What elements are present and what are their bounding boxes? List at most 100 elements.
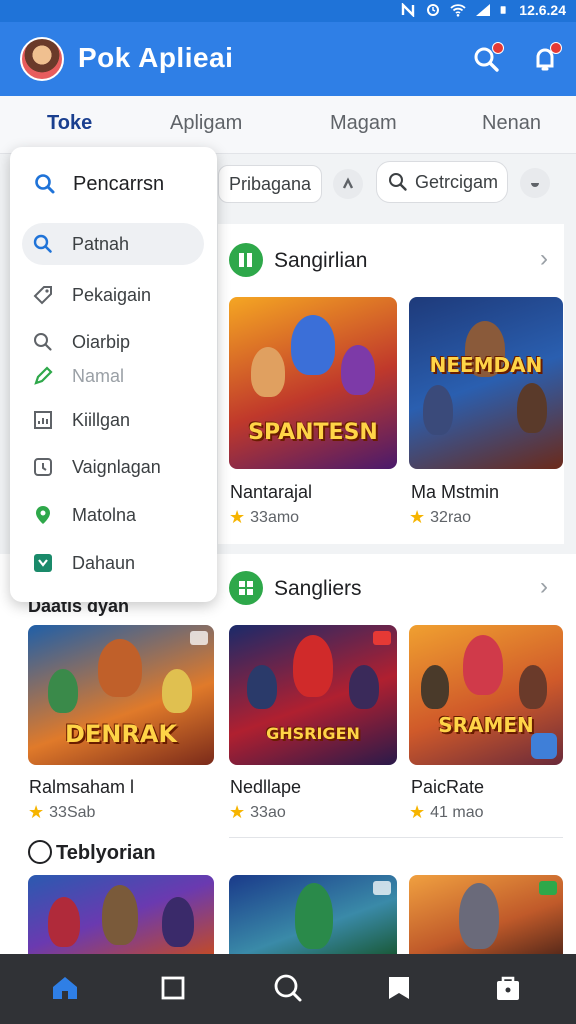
game-logo: SPANTESN [248, 419, 378, 445]
notification-dot [492, 42, 504, 54]
menu-item-dahaun[interactable]: Dahaun [22, 542, 204, 584]
filter-chip[interactable]: Pribagana [218, 165, 322, 203]
battery-icon [500, 6, 506, 14]
search-chip-label: Getrcigam [415, 171, 499, 192]
game-thumbnail[interactable]: NEEMDAN [409, 297, 563, 469]
chart-icon [34, 411, 52, 429]
pencil-icon [34, 366, 53, 385]
game-title[interactable]: Ralmsaham l [29, 777, 134, 798]
tab-bar: Toke Apligam Magam Nenan [0, 96, 576, 154]
search-icon [33, 234, 52, 253]
download-icon [34, 554, 52, 572]
game-thumbnail[interactable] [229, 875, 397, 954]
sort-icon [342, 177, 354, 189]
status-bar: 12.6.24 [0, 0, 576, 22]
game-thumbnail[interactable]: SRAMEN [409, 625, 563, 765]
search-icon [389, 173, 407, 191]
menu-header[interactable]: Pencarrsn [10, 165, 217, 203]
badge-icon [539, 881, 557, 895]
badge-icon [373, 631, 391, 645]
avatar[interactable] [20, 37, 64, 81]
chevron-right-icon[interactable]: › [540, 245, 548, 273]
menu-item-matolna[interactable]: Matolna [22, 494, 204, 536]
nav-home[interactable] [47, 970, 83, 1006]
star-icon: ★ [229, 507, 246, 527]
game-title[interactable]: Nantarajal [230, 482, 312, 503]
clock-icon [34, 458, 52, 476]
search-button[interactable] [470, 42, 504, 76]
menu-header-label: Pencarrsn [73, 173, 165, 195]
tab-apligam[interactable]: Apligam [170, 112, 242, 135]
search-icon [34, 333, 52, 351]
wifi-icon [450, 4, 466, 17]
menu-item-namal[interactable]: Namal [22, 355, 204, 397]
nav-store[interactable] [490, 970, 526, 1006]
search-chip[interactable]: Getrcigam [376, 161, 508, 203]
notifications-button[interactable] [528, 42, 562, 76]
square-icon [161, 976, 185, 1000]
tab-nenan[interactable]: Nenan [482, 112, 541, 135]
section-title: Sangliers [274, 577, 362, 600]
grid-icon [239, 253, 252, 267]
game-logo: GHSRIGEN [266, 723, 360, 743]
tab-toke[interactable]: Toke [47, 112, 92, 135]
signal-icon [476, 4, 491, 16]
sort-button[interactable] [333, 169, 363, 199]
badge-icon [190, 631, 208, 645]
app-title: Pok Aplieai [78, 42, 234, 73]
bookmark-icon [389, 977, 409, 999]
game-thumbnail[interactable]: GHSRIGEN [229, 625, 397, 765]
game-title[interactable]: PaicRate [411, 777, 484, 798]
emoji-icon [28, 840, 52, 864]
game-logo: SRAMEN [438, 713, 534, 737]
game-thumbnail[interactable]: DENRAK [28, 625, 214, 765]
row-title: Teblyorian [56, 842, 156, 864]
menu-item-pekaigain[interactable]: Pekaigain [22, 274, 204, 316]
nav-search[interactable] [270, 970, 306, 1006]
status-time: 12.6.24 [519, 2, 566, 18]
more-button[interactable] [520, 168, 550, 198]
menu-item-vaignlagan[interactable]: Vaignlagan [22, 446, 204, 488]
app-bar: Pok Aplieai [0, 22, 576, 96]
search-dropdown-menu: Pencarrsn Patnah Pekaigain Oiarbip Namal… [10, 147, 217, 602]
nfc-icon [402, 3, 415, 17]
game-title[interactable]: Ma Mstmin [411, 482, 499, 503]
tag-icon [33, 286, 52, 305]
star-icon: ★ [409, 507, 426, 527]
location-icon [36, 506, 50, 524]
bag-icon [497, 976, 519, 1000]
game-thumbnail[interactable] [409, 875, 563, 954]
search-icon [35, 174, 55, 194]
filter-chip-label: Pribagana [229, 173, 312, 194]
alarm-icon [427, 4, 440, 16]
toggle-icon [531, 183, 539, 187]
star-icon: ★ [409, 802, 426, 822]
game-logo: DENRAK [64, 720, 178, 749]
bottom-navigation [0, 954, 576, 1024]
game-rating: ★ 32rao [409, 507, 472, 527]
divider [229, 837, 563, 838]
section-icon [229, 243, 263, 277]
game-rating: ★ 33amo [229, 507, 300, 527]
section-icon [229, 571, 263, 605]
badge-icon [373, 881, 391, 895]
star-icon: ★ [28, 802, 45, 822]
chevron-right-icon[interactable]: › [540, 573, 548, 601]
game-rating: ★ 33ao [229, 802, 286, 822]
nav-bookmarks[interactable] [381, 970, 417, 1006]
game-thumbnail[interactable]: SPANTESN [229, 297, 397, 469]
game-logo: NEEMDAN [429, 353, 543, 377]
tab-magam[interactable]: Magam [330, 112, 397, 135]
grid-icon [239, 581, 253, 595]
menu-item-patnah[interactable]: Patnah [22, 223, 204, 265]
search-icon [274, 974, 302, 1002]
notification-dot [550, 42, 562, 54]
star-icon: ★ [229, 802, 246, 822]
game-rating: ★ 33Sab [28, 802, 96, 822]
game-thumbnail[interactable] [28, 875, 214, 954]
section-title: Sangirlian [274, 249, 368, 272]
game-title[interactable]: Nedllape [230, 777, 301, 798]
home-icon [53, 977, 77, 999]
nav-library[interactable] [155, 970, 191, 1006]
menu-item-kiillgan[interactable]: Kiillgan [22, 399, 204, 441]
